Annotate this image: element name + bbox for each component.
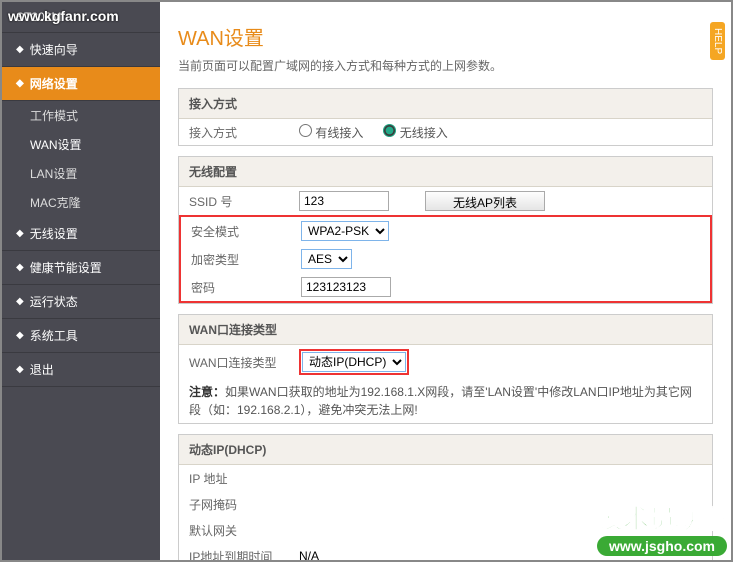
nav-quick-guide[interactable]: ◆快速向导	[2, 33, 160, 67]
wan-note: 注意：如果WAN口获取的地址为192.168.1.X网段，请至'LAN设置'中修…	[179, 379, 712, 423]
label-wan-type: WAN口连接类型	[189, 354, 299, 371]
section-header-wireless: 无线配置	[179, 157, 712, 187]
watermark-url: www.jsgho.com	[597, 536, 727, 556]
label-gateway: 默认网关	[189, 522, 299, 539]
help-button[interactable]: HELP	[710, 22, 725, 60]
bullet-icon: ◆	[16, 296, 24, 307]
bullet-icon: ◆	[16, 78, 24, 89]
label-ip: IP 地址	[189, 470, 299, 487]
ap-list-button[interactable]: 无线AP列表	[425, 191, 545, 211]
label-access-mode: 接入方式	[189, 124, 299, 141]
nav-network-settings[interactable]: ◆网络设置	[2, 67, 160, 101]
nav-mac-clone[interactable]: MAC克隆	[2, 188, 160, 217]
bullet-icon: ◆	[16, 44, 24, 55]
label-security-mode: 安全模式	[191, 223, 301, 240]
watermark-text: 技术员联盟	[597, 499, 727, 536]
page-description: 当前页面可以配置广域网的接入方式和每种方式的上网参数。	[178, 57, 713, 74]
ssid-input[interactable]	[299, 191, 389, 211]
nav-lan-settings[interactable]: LAN设置	[2, 159, 160, 188]
nav-health-energy[interactable]: ◆健康节能设置	[2, 251, 160, 285]
label-ssid: SSID 号	[189, 193, 299, 210]
label-password: 密码	[191, 279, 301, 296]
nav-logout[interactable]: ◆退出	[2, 353, 160, 387]
page-title: WAN设置	[178, 22, 713, 51]
nav-work-mode[interactable]: 工作模式	[2, 101, 160, 130]
security-mode-select[interactable]: WPA2-PSK	[301, 221, 389, 241]
watermark-top: www.kgfanr.com	[8, 8, 119, 24]
wan-type-select[interactable]: 动态IP(DHCP)	[302, 352, 406, 372]
watermark-corner: 技术员联盟 www.jsgho.com	[597, 499, 727, 556]
radio-wireless[interactable]: 无线接入	[383, 124, 447, 141]
highlight-wan-select: 动态IP(DHCP)	[299, 349, 409, 375]
encryption-select[interactable]: AES	[301, 249, 352, 269]
radio-wired[interactable]: 有线接入	[299, 124, 363, 141]
bullet-icon: ◆	[16, 228, 24, 239]
label-mask: 子网掩码	[189, 496, 299, 513]
bullet-icon: ◆	[16, 330, 24, 341]
content-area: HELP WAN设置 当前页面可以配置广域网的接入方式和每种方式的上网参数。 接…	[160, 2, 731, 560]
label-encryption: 加密类型	[191, 251, 301, 268]
section-header-access: 接入方式	[179, 89, 712, 119]
password-input[interactable]	[301, 277, 391, 297]
nav-wan-settings[interactable]: WAN设置	[2, 130, 160, 159]
nav-wireless-settings[interactable]: ◆无线设置	[2, 217, 160, 251]
section-header-dhcp: 动态IP(DHCP)	[179, 435, 712, 465]
bullet-icon: ◆	[16, 364, 24, 375]
section-wan-type: WAN口连接类型 WAN口连接类型 动态IP(DHCP) 注意：如果WAN口获取…	[178, 314, 713, 424]
label-expire: IP地址到期时间	[189, 548, 299, 561]
nav-status[interactable]: ◆运行状态	[2, 285, 160, 319]
highlight-security-box: 安全模式 WPA2-PSK 加密类型 AES 密码	[179, 215, 712, 303]
section-access-mode: 接入方式 接入方式 有线接入 无线接入	[178, 88, 713, 146]
section-wireless-config: 无线配置 SSID 号 无线AP列表 安全模式 WPA2-PSK 加密类型	[178, 156, 713, 304]
bullet-icon: ◆	[16, 262, 24, 273]
nav-system-tools[interactable]: ◆系统工具	[2, 319, 160, 353]
section-header-wan: WAN口连接类型	[179, 315, 712, 345]
sidebar: ST302M ◆快速向导 ◆网络设置 工作模式 WAN设置 LAN设置 MAC克…	[2, 2, 160, 560]
